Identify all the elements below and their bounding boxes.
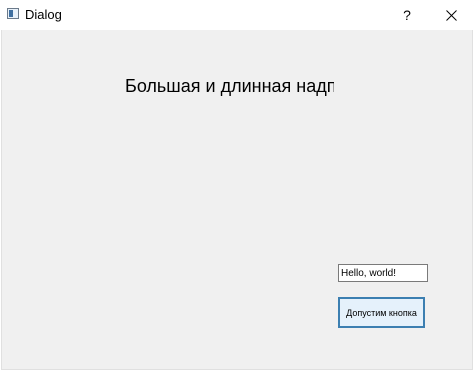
app-window-icon bbox=[7, 8, 19, 19]
close-icon bbox=[445, 9, 457, 21]
title-bar[interactable]: Dialog ? bbox=[0, 0, 474, 30]
push-button[interactable]: Допустим кнопка bbox=[338, 297, 425, 328]
dialog-window: Dialog ? Большая и длинная надпись Допус… bbox=[0, 0, 474, 371]
window-title: Dialog bbox=[25, 7, 62, 22]
dialog-client-area: Большая и длинная надпись Допустим кнопк… bbox=[1, 30, 473, 370]
help-button[interactable]: ? bbox=[384, 0, 430, 30]
large-label: Большая и длинная надпись bbox=[125, 76, 334, 96]
close-button[interactable] bbox=[428, 0, 474, 30]
text-input[interactable] bbox=[338, 264, 428, 282]
help-icon: ? bbox=[403, 7, 411, 23]
